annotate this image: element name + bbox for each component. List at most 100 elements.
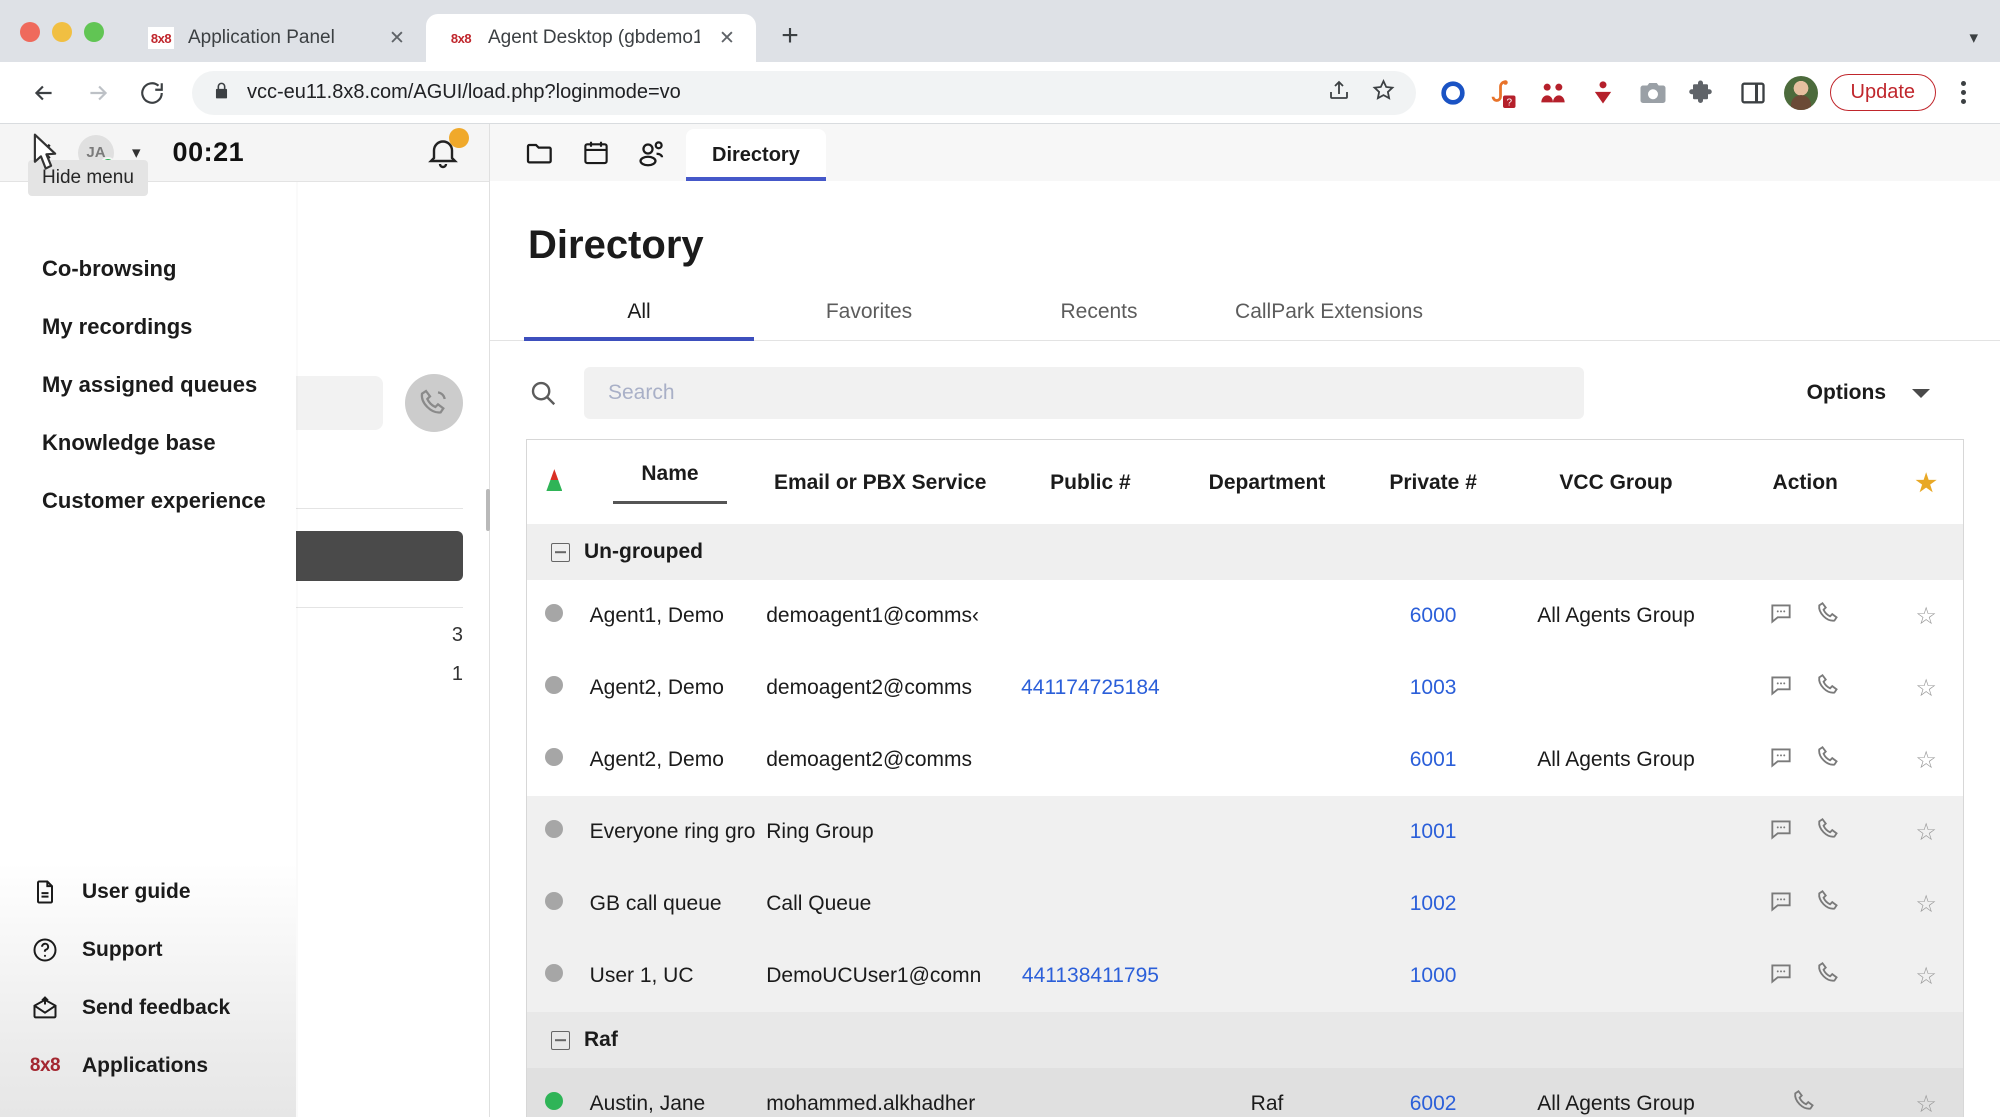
- chevron-down-icon[interactable]: ▾: [1969, 28, 1978, 48]
- phone-icon[interactable]: [1816, 744, 1842, 776]
- minimize-window-button[interactable]: [52, 22, 72, 42]
- column-name[interactable]: Name: [581, 440, 759, 525]
- pane-resize-handle[interactable]: [486, 489, 490, 531]
- menu-item-knowledge-base[interactable]: Knowledge base: [0, 414, 296, 472]
- table-row[interactable]: Agent2, Demo demoagent2@comms 6001 All Agen…: [527, 724, 1963, 797]
- private-number-link[interactable]: 1003: [1410, 676, 1457, 699]
- column-favorite[interactable]: ★: [1889, 440, 1963, 525]
- menu-item-user-guide[interactable]: User guide: [0, 863, 296, 921]
- maximize-window-button[interactable]: [84, 22, 104, 42]
- kebab-menu-icon[interactable]: [1948, 73, 1978, 113]
- table-row[interactable]: GB call queue Call Queue 1002 ☆: [527, 868, 1963, 941]
- contacts-icon[interactable]: [624, 125, 680, 181]
- calendar-icon[interactable]: [568, 125, 624, 181]
- browser-tab-agent-desktop[interactable]: 8x8 Agent Desktop (gbdemo101 - J ✕: [426, 14, 756, 62]
- folder-icon[interactable]: [512, 125, 568, 181]
- address-bar[interactable]: vcc-eu11.8x8.com/AGUI/load.php?loginmode…: [192, 70, 1416, 115]
- profile-avatar[interactable]: [1783, 75, 1818, 110]
- private-number-link[interactable]: 1000: [1410, 964, 1457, 987]
- people-extension-icon[interactable]: [1534, 74, 1572, 112]
- menu-item-support[interactable]: Support: [0, 921, 296, 979]
- column-vcc-group[interactable]: VCC Group: [1510, 440, 1722, 525]
- share-icon[interactable]: [1327, 78, 1351, 107]
- column-email-or-pbx-service[interactable]: Email or PBX Service: [758, 440, 1003, 525]
- close-tab-icon[interactable]: ✕: [714, 25, 740, 51]
- star-outline-icon[interactable]: ☆: [1915, 891, 1937, 918]
- camera-extension-icon[interactable]: [1634, 74, 1672, 112]
- phone-icon[interactable]: [1792, 1088, 1818, 1117]
- column-public-number[interactable]: Public #: [1002, 440, 1179, 525]
- public-number-link[interactable]: 441138411795: [1022, 964, 1159, 987]
- table-row[interactable]: User 1, UC DemoUCUser1@comn 441138411795 10…: [527, 940, 1963, 1013]
- subtab-callpark-extensions[interactable]: CallPark Extensions: [1214, 300, 1444, 340]
- star-outline-icon[interactable]: ☆: [1915, 675, 1937, 702]
- subtab-all[interactable]: All: [524, 300, 754, 342]
- phone-icon[interactable]: [1816, 672, 1842, 704]
- table-group-row[interactable]: Raf: [527, 1012, 1963, 1069]
- star-outline-icon[interactable]: ☆: [1915, 1091, 1937, 1117]
- collapse-group-icon[interactable]: [551, 542, 570, 562]
- star-outline-icon[interactable]: ☆: [1915, 819, 1937, 846]
- new-tab-button[interactable]: +: [770, 16, 810, 56]
- cell-presence: [527, 868, 582, 941]
- collapse-group-icon[interactable]: [551, 1030, 570, 1050]
- chat-icon[interactable]: [1768, 744, 1794, 776]
- search-input[interactable]: Search: [584, 367, 1584, 420]
- forward-arrow-icon[interactable]: [76, 71, 120, 115]
- column-presence[interactable]: [527, 440, 582, 525]
- table-group-row[interactable]: Un-grouped: [527, 524, 1963, 581]
- phone-icon[interactable]: [1816, 816, 1842, 848]
- update-button[interactable]: Update: [1829, 74, 1936, 111]
- table-row[interactable]: Agent1, Demo demoagent1@comms‹ 6000 All Age…: [527, 580, 1963, 653]
- phone-icon[interactable]: [1816, 888, 1842, 920]
- back-arrow-icon[interactable]: [22, 71, 66, 115]
- menu-item-customer-experience[interactable]: Customer experience: [0, 472, 296, 530]
- column-action[interactable]: Action: [1721, 440, 1890, 525]
- close-tab-icon[interactable]: ✕: [384, 25, 410, 51]
- column-department[interactable]: Department: [1178, 440, 1356, 525]
- star-outline-icon[interactable]: ☆: [1915, 963, 1937, 990]
- table-row[interactable]: Agent2, Demo demoagent2@comms 441174725184…: [527, 652, 1963, 725]
- subtab-favorites[interactable]: Favorites: [754, 300, 984, 340]
- menu-item-co-browsing[interactable]: Co-browsing: [0, 240, 296, 298]
- browser-tab-application-panel[interactable]: 8x8 Application Panel ✕: [126, 14, 426, 62]
- options-dropdown[interactable]: Options: [1807, 381, 1970, 405]
- tab-directory[interactable]: Directory: [686, 129, 826, 182]
- contact-email: Call Queue: [766, 892, 872, 916]
- phone-icon[interactable]: [1816, 960, 1842, 992]
- download-extension-icon[interactable]: [1584, 74, 1622, 112]
- bookmark-star-icon[interactable]: [1371, 78, 1396, 108]
- menu-item-applications[interactable]: 8x8 Applications: [0, 1037, 296, 1095]
- chat-icon[interactable]: [1768, 600, 1794, 632]
- private-number-link[interactable]: 6002: [1410, 1092, 1457, 1115]
- private-number-link[interactable]: 6001: [1410, 748, 1457, 771]
- chat-icon[interactable]: [1768, 888, 1794, 920]
- close-window-button[interactable]: [20, 22, 40, 42]
- puzzle-extensions-icon[interactable]: [1684, 74, 1722, 112]
- phone-dial-icon[interactable]: [405, 374, 463, 432]
- column-private-number[interactable]: Private #: [1355, 440, 1511, 525]
- private-number-link[interactable]: 1002: [1410, 892, 1457, 915]
- public-number-link[interactable]: 441174725184: [1021, 676, 1160, 699]
- menu-item-my-assigned-queues[interactable]: My assigned queues: [0, 356, 296, 414]
- private-number-link[interactable]: 6000: [1410, 604, 1457, 627]
- reload-icon[interactable]: [130, 71, 174, 115]
- table-row[interactable]: Austin, Jane mohammed.alkhadher Raf 6002 All…: [527, 1068, 1963, 1117]
- star-outline-icon[interactable]: ☆: [1915, 603, 1937, 630]
- subtab-recents[interactable]: Recents: [984, 300, 1214, 340]
- chat-icon[interactable]: [1768, 672, 1794, 704]
- hook-question-extension-icon[interactable]: ?: [1484, 74, 1522, 112]
- chat-icon[interactable]: [1768, 960, 1794, 992]
- contact-email: demoagent2@comms: [766, 748, 972, 772]
- menu-item-send-feedback[interactable]: Send feedback: [0, 979, 296, 1037]
- chat-icon[interactable]: [1768, 816, 1794, 848]
- private-number-link[interactable]: 1001: [1410, 820, 1457, 843]
- phone-icon[interactable]: [1816, 600, 1842, 632]
- contact-email: DemoUCUser1@comn: [766, 964, 982, 988]
- menu-item-my-recordings[interactable]: My recordings: [0, 298, 296, 356]
- table-row[interactable]: Everyone ring gro Ring Group 1001 ☆: [527, 796, 1963, 869]
- notifications-button[interactable]: [425, 127, 469, 172]
- side-panel-icon[interactable]: [1734, 74, 1772, 112]
- ring-extension-icon[interactable]: [1434, 74, 1472, 112]
- star-outline-icon[interactable]: ☆: [1915, 747, 1937, 774]
